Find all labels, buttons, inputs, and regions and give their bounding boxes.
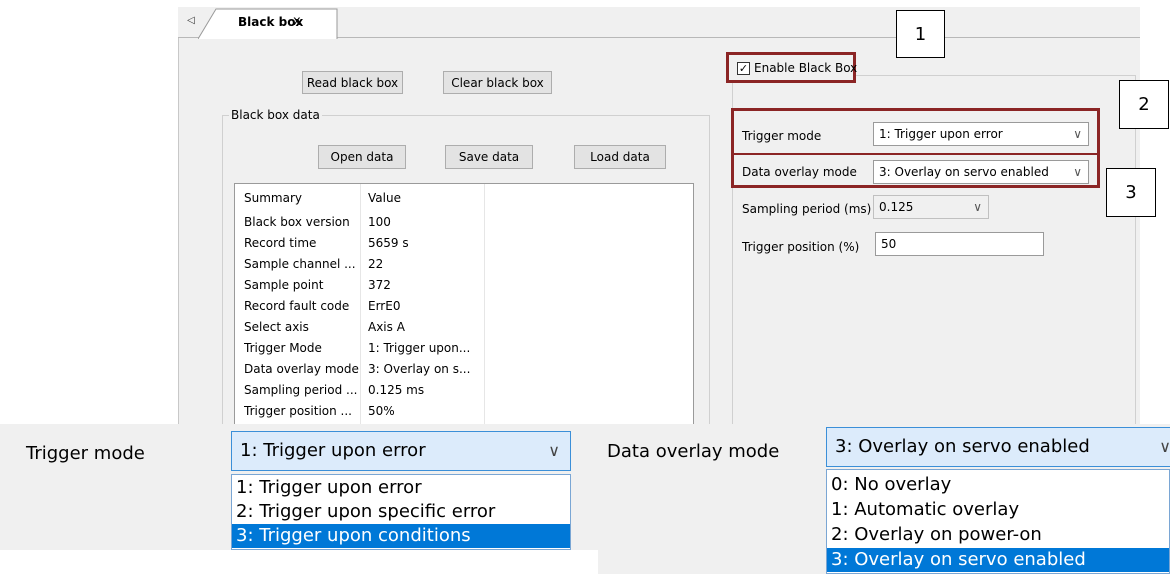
callout-number-1: 1 [896, 10, 945, 58]
trigger-mode-label: Trigger mode [742, 129, 822, 143]
row-key: Trigger position ... [244, 404, 352, 418]
table-header-row: Summary Value [235, 188, 693, 209]
row-key: Trigger Mode [244, 341, 322, 355]
zoom-trigger-mode-value: 1: Trigger upon error [240, 440, 426, 461]
row-key: Sample channel ... [244, 257, 356, 271]
row-value: 1: Trigger upon... [368, 341, 471, 355]
table-row[interactable]: Record time 5659 s [235, 233, 693, 254]
chevron-down-icon: ∨ [973, 200, 982, 214]
row-value: 50% [368, 404, 395, 418]
black-box-data-legend: Black box data [231, 108, 320, 122]
row-value: 3: Overlay on s... [368, 362, 471, 376]
table-row[interactable]: Sample channel ... 22 [235, 254, 693, 275]
zoom-data-overlay-mode-list: 0: No overlay 1: Automatic overlay 2: Ov… [826, 469, 1170, 574]
row-key: Select axis [244, 320, 309, 334]
zoom-trigger-mode-dropdown[interactable]: 1: Trigger upon error ∨ [231, 431, 571, 471]
table-row[interactable]: Sample point 372 [235, 275, 693, 296]
row-key: Sampling period ... [244, 383, 358, 397]
table-row[interactable]: Trigger position ... 50% [235, 401, 693, 422]
table-row[interactable]: Sampling period ... 0.125 ms [235, 380, 693, 401]
table-row[interactable]: Select axis Axis A [235, 317, 693, 338]
enable-black-box-checkbox[interactable]: ✓ [737, 62, 750, 75]
sampling-period-label: Sampling period (ms) [742, 202, 872, 216]
overlay-mode-option[interactable]: 2: Overlay on power-on [827, 523, 1169, 547]
row-key: Black box version [244, 215, 350, 229]
table-row[interactable]: Black box version 100 [235, 212, 693, 233]
trigger-position-input[interactable]: 50 [875, 232, 1044, 256]
trigger-mode-dropdown[interactable]: 1: Trigger upon error ∨ [873, 122, 1089, 146]
open-data-button[interactable]: Open data [318, 145, 406, 169]
table-row[interactable]: Data overlay mode 3: Overlay on s... [235, 359, 693, 380]
zoom-data-overlay-mode-value: 3: Overlay on servo enabled [835, 436, 1090, 457]
data-overlay-mode-dropdown[interactable]: 3: Overlay on servo enabled ∨ [873, 160, 1089, 184]
data-overlay-mode-value: 3: Overlay on servo enabled [879, 165, 1049, 179]
chevron-down-icon: ∨ [1159, 437, 1170, 456]
chevron-down-icon: ∨ [1073, 165, 1082, 179]
zoom-data-overlay-mode-dropdown[interactable]: 3: Overlay on servo enabled ∨ [826, 427, 1170, 467]
row-value: 22 [368, 257, 384, 271]
sampling-period-dropdown[interactable]: 0.125 ∨ [873, 195, 989, 219]
enable-black-box-label: Enable Black Box [754, 61, 858, 75]
trigger-mode-option[interactable]: 1: Trigger upon error [232, 476, 570, 500]
row-key: Sample point [244, 278, 324, 292]
zoom-data-overlay-mode-label: Data overlay mode [607, 441, 780, 462]
table-row[interactable]: Record fault code ErrE0 [235, 296, 693, 317]
data-overlay-mode-label: Data overlay mode [742, 165, 857, 179]
overlay-mode-option-selected[interactable]: 3: Overlay on servo enabled [827, 548, 1169, 572]
row-value: 100 [368, 215, 391, 229]
load-data-button[interactable]: Load data [574, 145, 666, 169]
row-value: 372 [368, 278, 391, 292]
row-value: Axis A [368, 320, 405, 334]
table-row[interactable]: Trigger Mode 1: Trigger upon... [235, 338, 693, 359]
row-value: ErrE0 [368, 299, 401, 313]
row-value: 5659 s [368, 236, 409, 250]
tab-close-icon[interactable]: x [293, 14, 301, 29]
callout-number-2: 2 [1119, 80, 1169, 129]
trigger-mode-option[interactable]: 2: Trigger upon specific error [232, 500, 570, 524]
chevron-down-icon: ∨ [548, 441, 560, 460]
sampling-period-value: 0.125 [879, 200, 914, 214]
clear-black-box-button[interactable]: Clear black box [443, 71, 552, 94]
summary-column-header: Summary [244, 191, 302, 205]
zoom-trigger-mode-label: Trigger mode [26, 443, 145, 464]
chevron-down-icon: ∨ [1073, 127, 1082, 141]
overlay-mode-option[interactable]: 1: Automatic overlay [827, 498, 1169, 522]
trigger-mode-option-selected[interactable]: 3: Trigger upon conditions [232, 524, 570, 548]
callout-divider [734, 153, 1097, 155]
row-key: Record fault code [244, 299, 350, 313]
read-black-box-button[interactable]: Read black box [302, 71, 403, 94]
row-value: 0.125 ms [368, 383, 425, 397]
row-key: Record time [244, 236, 317, 250]
save-data-button[interactable]: Save data [445, 145, 533, 169]
summary-table[interactable]: Summary Value Black box version 100 Recor… [234, 183, 694, 463]
trigger-position-value: 50 [881, 237, 897, 251]
callout-number-3: 3 [1106, 168, 1156, 217]
zoom-trigger-mode-list: 1: Trigger upon error 2: Trigger upon sp… [231, 474, 571, 550]
value-column-header: Value [368, 191, 401, 205]
trigger-mode-value: 1: Trigger upon error [879, 127, 1003, 141]
overlay-mode-option[interactable]: 0: No overlay [827, 473, 1169, 497]
row-key: Data overlay mode [244, 362, 359, 376]
trigger-position-label: Trigger position (%) [742, 240, 860, 254]
